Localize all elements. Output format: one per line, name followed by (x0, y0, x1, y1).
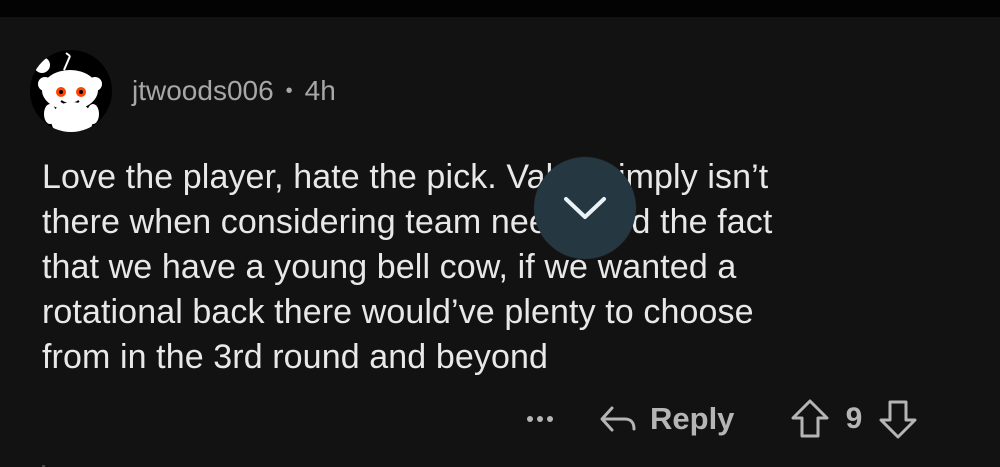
downvote-arrow-icon[interactable] (878, 398, 918, 440)
comment-body-line: there when considering team needs and th… (42, 203, 773, 241)
comment-meta: jtwoods006 • 4h (132, 73, 336, 109)
comment-body: Love the player, hate the pick. Value si… (42, 155, 942, 380)
vote-score: 9 (845, 402, 863, 435)
chevron-down-icon (564, 197, 606, 219)
comment-card: jtwoods006 • 4h Love the player, hate th… (0, 17, 1000, 467)
top-bar (0, 0, 1000, 17)
comment-body-line: rotational back there would’ve plenty to… (42, 293, 754, 331)
comment-actions: Reply 9 (0, 395, 1000, 443)
comment-body-line: from in the 3rd round and beyond (42, 338, 548, 376)
comment-body-line: Love the player, hate the pick. Value si… (42, 158, 769, 196)
upvote-arrow-icon[interactable] (790, 398, 830, 440)
reply-label: Reply (650, 401, 735, 436)
user-avatar[interactable] (30, 50, 112, 132)
more-button[interactable] (520, 399, 560, 439)
meta-separator: • (285, 80, 293, 102)
author-username[interactable]: jtwoods006 (132, 73, 274, 109)
reply-arrow-icon (600, 406, 636, 432)
reply-button[interactable]: Reply (598, 395, 734, 443)
comment-timestamp: 4h (304, 75, 336, 106)
snoo-avatar-icon (34, 52, 102, 132)
more-horizontal-icon (527, 416, 553, 422)
scroll-down-button[interactable] (534, 157, 636, 259)
comment-body-line: that we have a young bell cow, if we wan… (42, 248, 737, 286)
vote-controls: 9 (790, 395, 918, 443)
